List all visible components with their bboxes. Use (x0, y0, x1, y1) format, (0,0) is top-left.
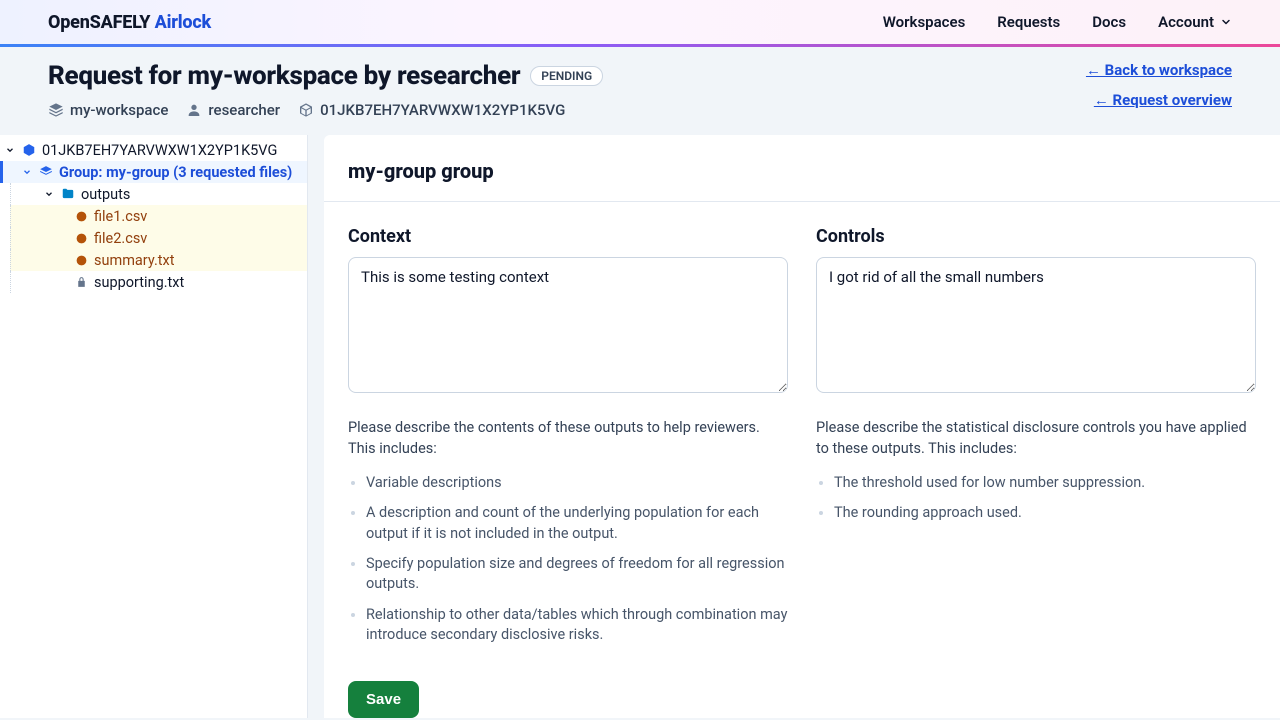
context-help-intro: Please describe the contents of these ou… (348, 417, 788, 459)
tree-file[interactable]: file2.csv (10, 227, 307, 249)
brand-left: OpenSAFELY (48, 12, 150, 33)
content-scroll[interactable]: my-group group Context Please describe t… (308, 135, 1280, 718)
group-title: my-group group (348, 159, 1256, 183)
file-tree: 01JKB7EH7YARVWXW1X2YP1K5VG Group: my-gro… (0, 135, 308, 718)
brand-right: Airlock (155, 12, 211, 33)
nav-account[interactable]: Account (1158, 13, 1232, 31)
controls-help-intro: Please describe the statistical disclosu… (816, 417, 1256, 459)
request-overview-link[interactable]: ← Request overview (1094, 91, 1232, 109)
help-item: A description and count of the underlyin… (366, 503, 788, 544)
page-header: Request for my-workspace by researcher P… (0, 47, 1280, 135)
chevron-down-icon (43, 189, 55, 199)
layers-icon (39, 165, 53, 179)
group-panel: my-group group Context Please describe t… (324, 135, 1280, 718)
file-output-icon (75, 232, 88, 245)
chevron-down-icon (21, 167, 33, 177)
tree-file[interactable]: supporting.txt (10, 271, 307, 293)
chevron-down-icon (1220, 16, 1232, 28)
tree-file-label: file2.csv (94, 230, 147, 247)
paperclip-icon (75, 276, 88, 289)
tree-file-label: file1.csv (94, 208, 147, 225)
file-output-icon (75, 254, 88, 267)
help-item: Relationship to other data/tables which … (366, 605, 788, 646)
nav-workspaces[interactable]: Workspaces (883, 13, 966, 31)
crumb-workspace-label: my-workspace (70, 101, 168, 119)
nav-requests[interactable]: Requests (997, 13, 1060, 31)
divider (324, 201, 1280, 202)
nav-docs[interactable]: Docs (1092, 13, 1126, 31)
context-heading: Context (348, 226, 788, 247)
tree-root-label: 01JKB7EH7YARVWXW1X2YP1K5VG (42, 142, 277, 159)
chevron-down-icon (4, 145, 16, 155)
controls-column: Controls Please describe the statistical… (816, 226, 1256, 655)
help-item: Specify population size and degrees of f… (366, 554, 788, 595)
controls-heading: Controls (816, 226, 1256, 247)
layers-icon (48, 102, 64, 118)
file-output-icon (75, 210, 88, 223)
tree-file[interactable]: summary.txt (10, 249, 307, 271)
tree-folder-label: outputs (81, 186, 130, 203)
top-nav: OpenSAFELY Airlock Workspaces Requests D… (0, 0, 1280, 44)
crumb-request: 01JKB7EH7YARVWXW1X2YP1K5VG (298, 101, 565, 119)
context-column: Context Please describe the contents of … (348, 226, 788, 655)
tree-file-label: summary.txt (94, 252, 174, 269)
tree-file[interactable]: file1.csv (10, 205, 307, 227)
crumb-workspace: my-workspace (48, 101, 168, 119)
status-badge: PENDING (530, 66, 603, 86)
context-help-list: Variable descriptions A description and c… (348, 473, 788, 645)
tree-folder[interactable]: outputs (10, 183, 307, 205)
breadcrumb: my-workspace researcher 01JKB7EH7YARVWXW… (48, 101, 603, 119)
nav-links: Workspaces Requests Docs Account (883, 13, 1232, 31)
crumb-request-label: 01JKB7EH7YARVWXW1X2YP1K5VG (320, 101, 565, 119)
save-button[interactable]: Save (348, 681, 419, 718)
tree-group-label: Group: my-group (3 requested files) (59, 164, 292, 181)
page-title: Request for my-workspace by researcher (48, 61, 520, 91)
help-item: The rounding approach used. (834, 503, 1256, 523)
brand[interactable]: OpenSAFELY Airlock (48, 12, 211, 33)
crumb-user: researcher (186, 101, 280, 119)
cube-icon (22, 143, 36, 157)
controls-help-list: The threshold used for low number suppre… (816, 473, 1256, 524)
tree-file-label: supporting.txt (94, 274, 184, 291)
context-textarea[interactable] (348, 257, 788, 393)
user-icon (186, 102, 202, 118)
crumb-user-label: researcher (208, 101, 280, 119)
cube-icon (298, 102, 314, 118)
tree-group[interactable]: Group: my-group (3 requested files) (0, 161, 307, 183)
main-split: 01JKB7EH7YARVWXW1X2YP1K5VG Group: my-gro… (0, 135, 1280, 718)
help-item: Variable descriptions (366, 473, 788, 493)
help-item: The threshold used for low number suppre… (834, 473, 1256, 493)
nav-account-label: Account (1158, 13, 1214, 31)
folder-icon (61, 187, 75, 201)
controls-textarea[interactable] (816, 257, 1256, 393)
tree-root[interactable]: 01JKB7EH7YARVWXW1X2YP1K5VG (0, 139, 307, 161)
back-to-workspace-link[interactable]: ← Back to workspace (1086, 61, 1232, 79)
